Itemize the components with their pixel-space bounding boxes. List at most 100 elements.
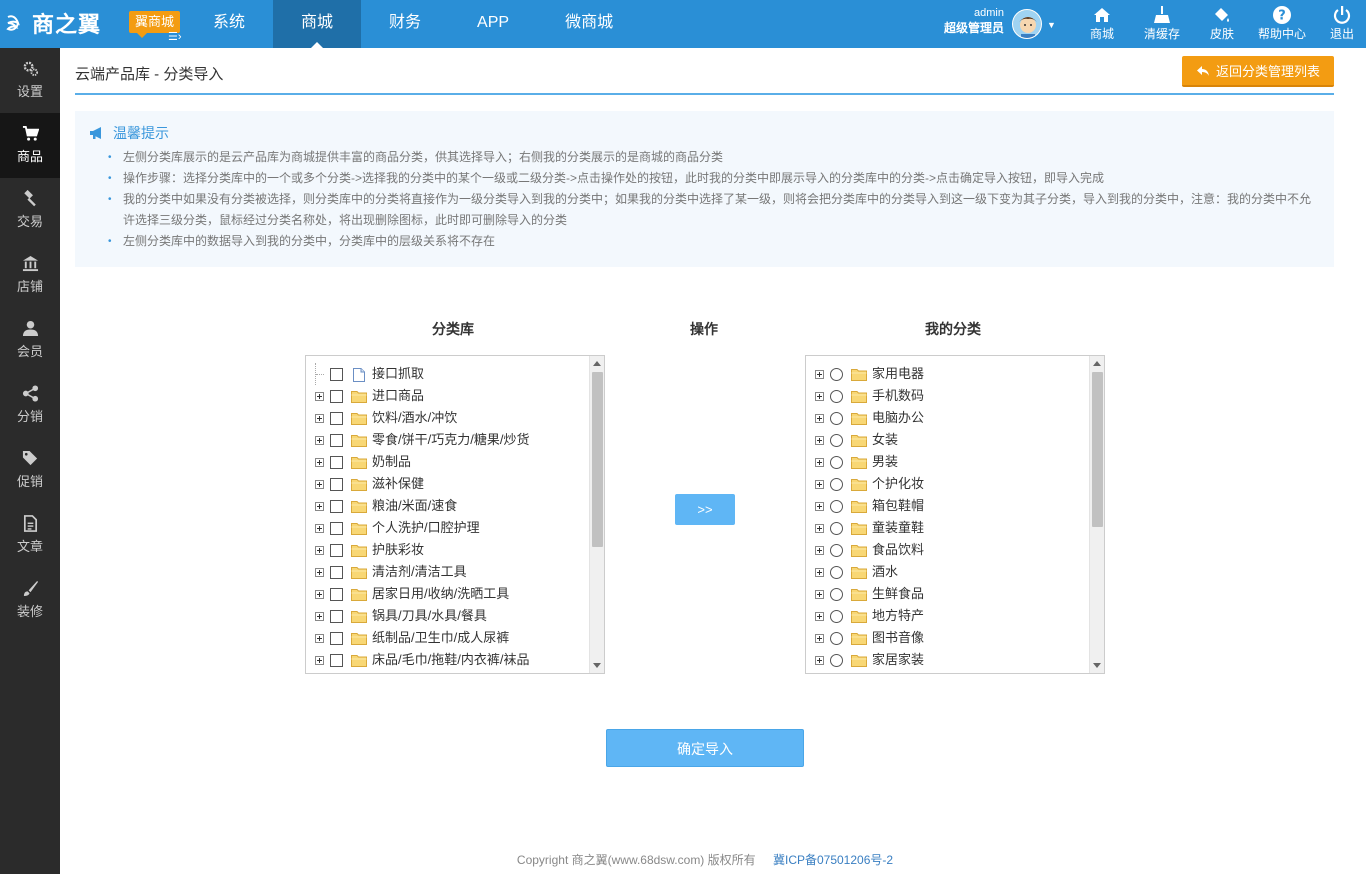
library-item-row[interactable]: 居家日用/收纳/洗晒工具 — [306, 583, 590, 605]
my-category-item-row[interactable]: 女装 — [806, 429, 1090, 451]
my-category-item-label[interactable]: 女装 — [872, 429, 898, 451]
category-checkbox[interactable] — [330, 521, 343, 535]
nav-item-finance[interactable]: 财务 — [361, 0, 449, 48]
expand-plus-icon[interactable] — [815, 523, 824, 533]
category-checkbox[interactable] — [330, 609, 343, 623]
sidebar-item-trade[interactable]: 交易 — [0, 178, 60, 243]
my-category-item-label[interactable]: 图书音像 — [872, 627, 924, 649]
expand-plus-icon[interactable] — [815, 369, 824, 379]
category-radio[interactable] — [830, 389, 843, 403]
expand-plus-icon[interactable] — [315, 611, 324, 621]
expand-plus-icon[interactable] — [815, 611, 824, 621]
library-item-row[interactable]: 奶制品 — [306, 451, 590, 473]
library-item-label[interactable]: 奶制品 — [372, 451, 411, 473]
user-info[interactable]: admin 超级管理员 — [936, 6, 1004, 36]
my-category-item-label[interactable]: 童装童鞋 — [872, 517, 924, 539]
confirm-import-button[interactable]: 确定导入 — [606, 729, 804, 767]
library-item-label[interactable]: 零食/饼干/巧克力/糖果/炒货 — [372, 429, 529, 451]
library-item-label[interactable]: 纸制品/卫生巾/成人尿裤 — [372, 627, 509, 649]
sidebar-item-goods[interactable]: 商品 — [0, 113, 60, 178]
library-item-row[interactable]: 护肤彩妆 — [306, 539, 590, 561]
category-checkbox[interactable] — [330, 433, 343, 447]
expand-plus-icon[interactable] — [315, 567, 324, 577]
move-to-my-category-button[interactable]: >> — [675, 494, 735, 525]
expand-plus-icon[interactable] — [315, 655, 324, 665]
expand-plus-icon[interactable] — [815, 501, 824, 511]
library-item-label[interactable]: 锅具/刀具/水具/餐具 — [372, 605, 487, 627]
expand-plus-icon[interactable] — [315, 589, 324, 599]
category-radio[interactable] — [830, 411, 843, 425]
category-checkbox[interactable] — [330, 411, 343, 425]
scroll-down-icon[interactable] — [593, 663, 601, 668]
category-radio[interactable] — [830, 499, 843, 513]
category-checkbox[interactable] — [330, 455, 343, 469]
library-item-label[interactable]: 饮料/酒水/冲饮 — [372, 407, 457, 429]
avatar[interactable] — [1012, 9, 1042, 39]
my-category-item-label[interactable]: 电脑办公 — [872, 407, 924, 429]
nav-item-system[interactable]: 系统 — [185, 0, 273, 48]
library-item-row[interactable]: 纸制品/卫生巾/成人尿裤 — [306, 627, 590, 649]
category-checkbox[interactable] — [330, 389, 343, 403]
library-item-row[interactable]: 滋补保健 — [306, 473, 590, 495]
expand-plus-icon[interactable] — [315, 479, 324, 489]
library-item-row[interactable]: 进口商品 — [306, 385, 590, 407]
expand-plus-icon[interactable] — [815, 589, 824, 599]
expand-plus-icon[interactable] — [315, 501, 324, 511]
category-radio[interactable] — [830, 433, 843, 447]
my-category-scrollbar[interactable] — [1089, 356, 1104, 673]
expand-plus-icon[interactable] — [315, 523, 324, 533]
scroll-down-icon[interactable] — [1093, 663, 1101, 668]
library-item-row[interactable]: 清洁剂/清洁工具 — [306, 561, 590, 583]
expand-plus-icon[interactable] — [815, 633, 824, 643]
my-category-item-row[interactable]: 图书音像 — [806, 627, 1090, 649]
user-menu-caret-icon[interactable]: ▼ — [1047, 20, 1056, 30]
my-category-item-label[interactable]: 男装 — [872, 451, 898, 473]
my-category-item-label[interactable]: 家用电器 — [872, 363, 924, 385]
scroll-up-icon[interactable] — [1093, 361, 1101, 366]
my-category-item-label[interactable]: 酒水 — [872, 561, 898, 583]
library-item-row[interactable]: 饮料/酒水/冲饮 — [306, 407, 590, 429]
category-radio[interactable] — [830, 477, 843, 491]
my-category-item-row[interactable]: 电脑办公 — [806, 407, 1090, 429]
expand-plus-icon[interactable] — [315, 457, 324, 467]
expand-plus-icon[interactable] — [315, 633, 324, 643]
category-radio[interactable] — [830, 609, 843, 623]
library-item-row[interactable]: 零食/饼干/巧克力/糖果/炒货 — [306, 429, 590, 451]
nav-item-mall[interactable]: 商城 — [273, 0, 362, 48]
nav-item-wechat-mall[interactable]: 微商城 — [537, 0, 641, 48]
category-checkbox[interactable] — [330, 367, 343, 381]
my-category-item-row[interactable]: 家用电器 — [806, 363, 1090, 385]
scroll-up-icon[interactable] — [593, 361, 601, 366]
library-item-row[interactable]: 锅具/刀具/水具/餐具 — [306, 605, 590, 627]
my-category-item-row[interactable]: 箱包鞋帽 — [806, 495, 1090, 517]
category-radio[interactable] — [830, 565, 843, 579]
my-category-item-row[interactable]: 男装 — [806, 451, 1090, 473]
expand-plus-icon[interactable] — [815, 479, 824, 489]
library-item-row[interactable]: 个人洗护/口腔护理 — [306, 517, 590, 539]
expand-plus-icon[interactable] — [815, 413, 824, 423]
expand-plus-icon[interactable] — [815, 655, 824, 665]
library-item-label[interactable]: 床品/毛巾/拖鞋/内衣裤/袜品 — [372, 649, 529, 671]
tool-skin[interactable]: 皮肤 — [1192, 0, 1252, 48]
library-item-row[interactable]: 床品/毛巾/拖鞋/内衣裤/袜品 — [306, 649, 590, 671]
category-checkbox[interactable] — [330, 587, 343, 601]
library-item-label[interactable]: 粮油/米面/速食 — [372, 495, 457, 517]
library-item-label[interactable]: 进口商品 — [372, 385, 424, 407]
category-checkbox[interactable] — [330, 477, 343, 491]
expand-plus-icon[interactable] — [815, 435, 824, 445]
category-radio[interactable] — [830, 631, 843, 645]
footer-icp-link[interactable]: 冀ICP备07501206号-2 — [773, 853, 893, 867]
sidebar-item-distribution[interactable]: 分销 — [0, 373, 60, 438]
sidebar-item-promotion[interactable]: 促销 — [0, 438, 60, 503]
expand-plus-icon[interactable] — [815, 391, 824, 401]
my-category-item-label[interactable]: 生鲜食品 — [872, 583, 924, 605]
expand-plus-icon[interactable] — [315, 435, 324, 445]
library-scrollbar[interactable] — [589, 356, 604, 673]
category-checkbox[interactable] — [330, 653, 343, 667]
library-item-label[interactable]: 居家日用/收纳/洗晒工具 — [372, 583, 509, 605]
category-checkbox[interactable] — [330, 631, 343, 645]
my-category-item-row[interactable]: 个护化妆 — [806, 473, 1090, 495]
sidebar-item-article[interactable]: 文章 — [0, 503, 60, 568]
category-checkbox[interactable] — [330, 565, 343, 579]
my-category-item-label[interactable]: 手机数码 — [872, 385, 924, 407]
